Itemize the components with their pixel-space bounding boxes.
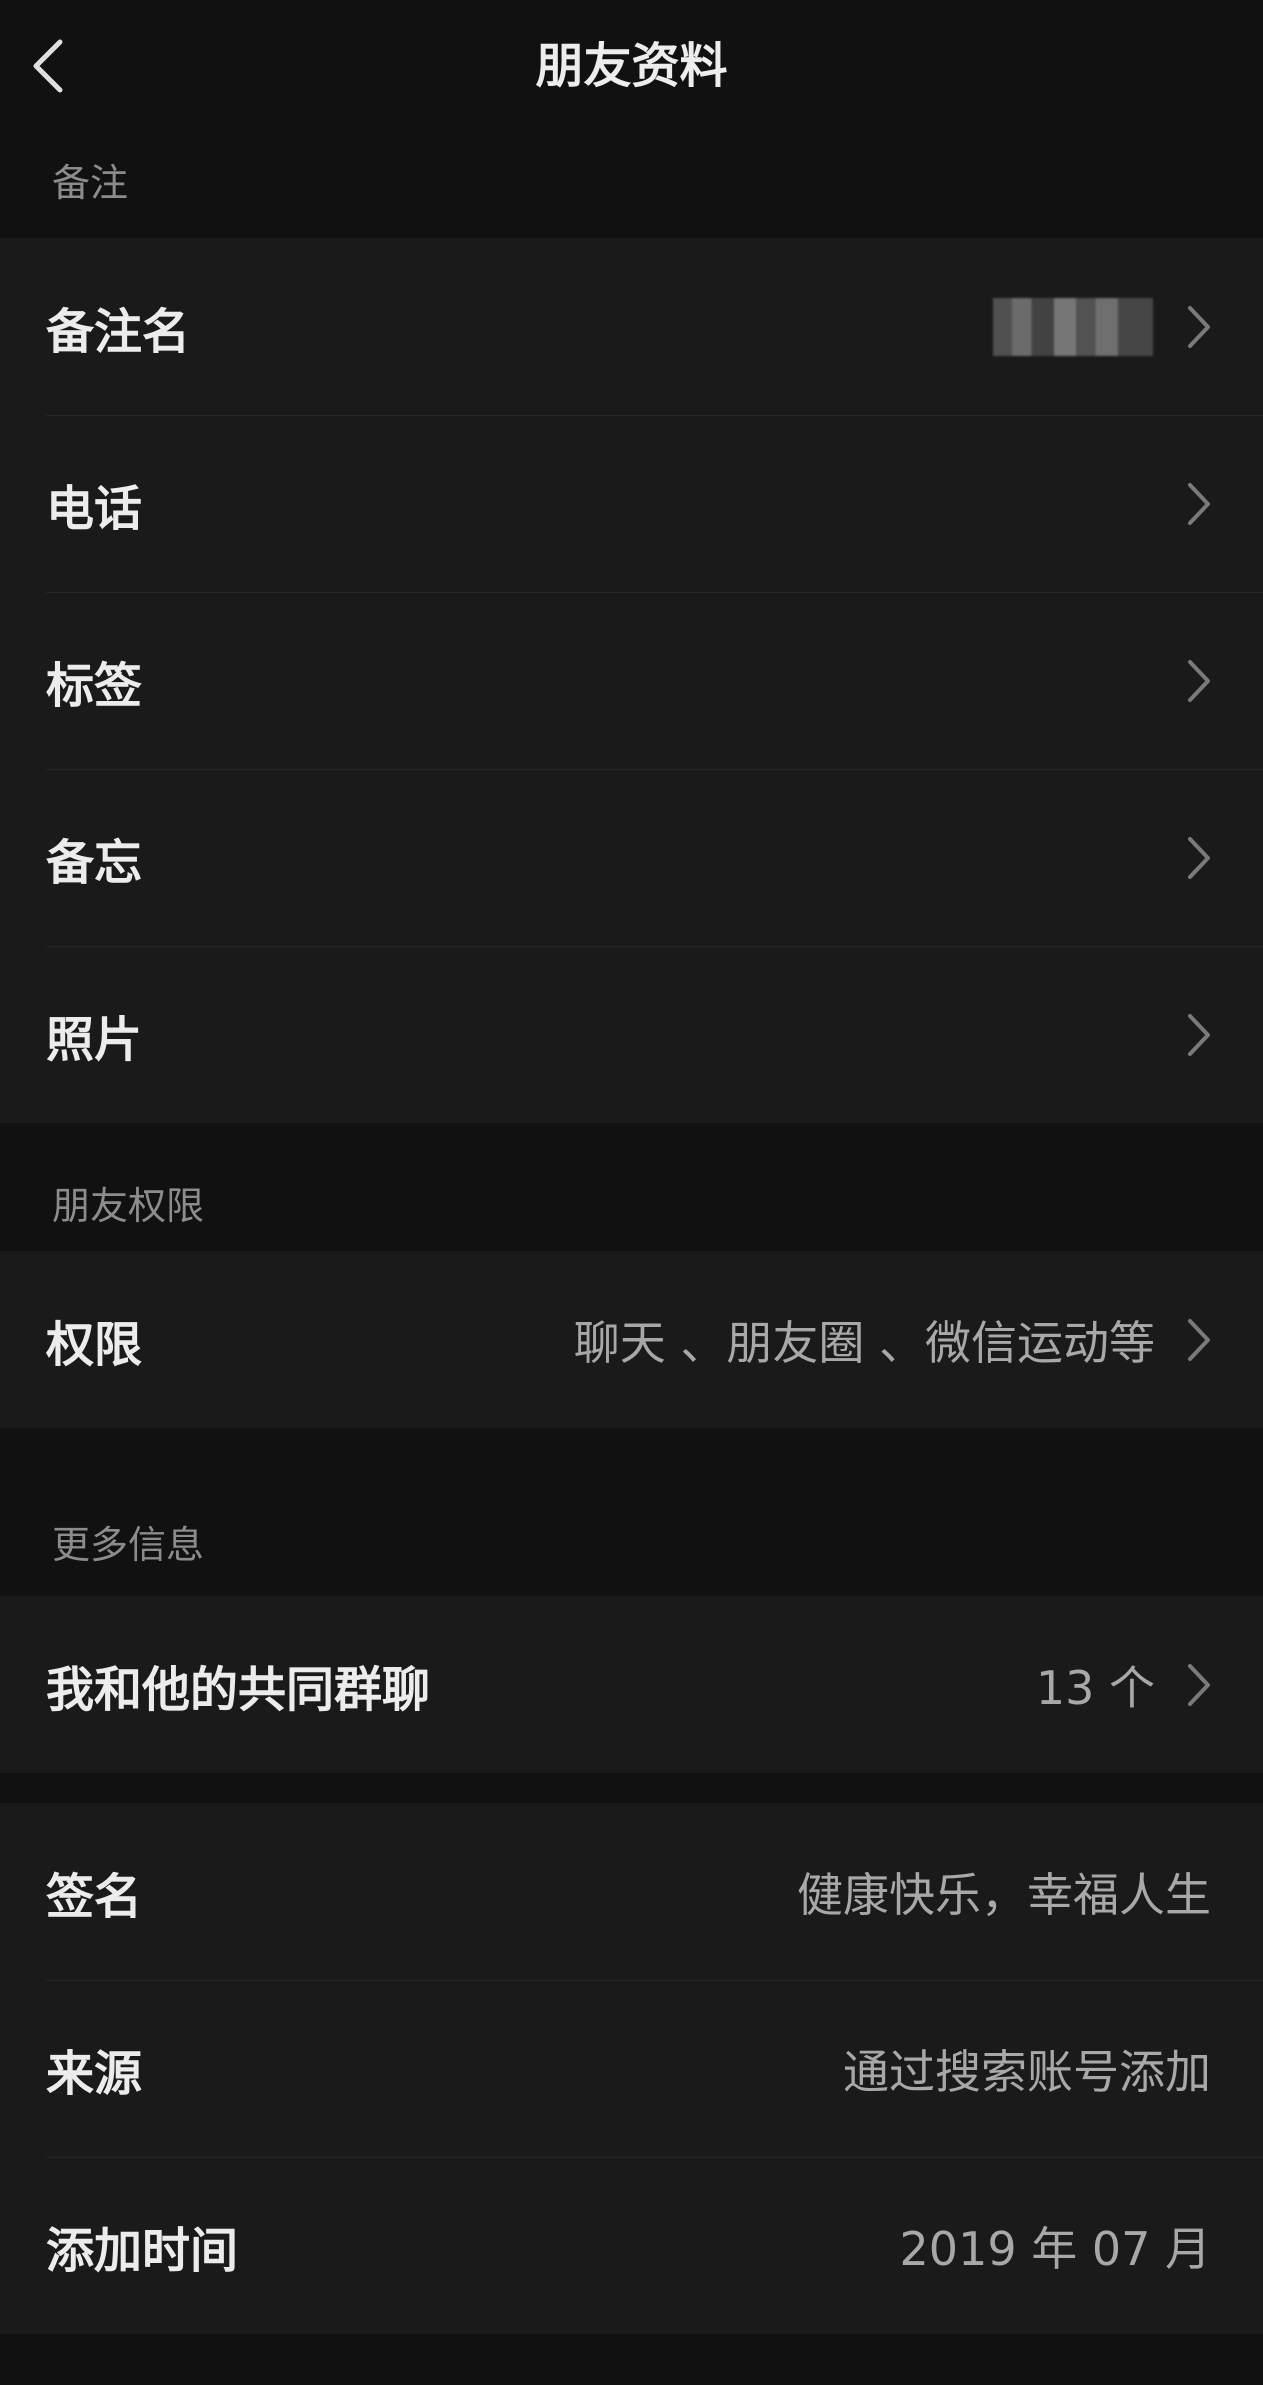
row-label: 添加时间 <box>46 2222 239 2279</box>
row-add-time: 添加时间 2019 年 07 月 <box>0 2157 1263 2334</box>
row-label: 签名 <box>46 1868 143 1925</box>
row-label: 照片 <box>46 1011 143 1068</box>
row-value: 13 个 <box>1035 1660 1155 1715</box>
row-source: 来源 通过搜索账号添加 <box>0 1980 1263 2157</box>
chevron-right-icon <box>1188 1013 1210 1056</box>
remark-group: 备注名 电话 标签 备忘 照片 <box>0 238 1263 1123</box>
info-group: 签名 健康快乐，幸福人生 来源 通过搜索账号添加 添加时间 2019 年 07 … <box>0 1803 1263 2334</box>
chevron-right-icon <box>1188 482 1210 525</box>
section-label-more-info: 更多信息 <box>52 1522 205 1567</box>
row-label: 标签 <box>46 657 143 714</box>
section-gap <box>0 1123 1263 1153</box>
section-label-permissions: 朋友权限 <box>52 1183 205 1228</box>
blurred-remark-name <box>993 297 1153 356</box>
chevron-right-icon <box>1188 1318 1210 1361</box>
row-photos[interactable]: 照片 <box>0 946 1263 1123</box>
row-tags[interactable]: 标签 <box>0 592 1263 769</box>
row-value: 通过搜索账号添加 <box>843 2044 1211 2099</box>
row-value: 健康快乐，幸福人生 <box>797 1867 1211 1922</box>
row-phone[interactable]: 电话 <box>0 415 1263 592</box>
section-gap <box>0 1773 1263 1803</box>
row-value: 聊天 、朋友圈 、微信运动等 <box>573 1315 1155 1370</box>
chevron-right-icon <box>1188 1663 1210 1706</box>
chevron-right-icon <box>1188 305 1210 348</box>
chevron-right-icon <box>1188 836 1210 879</box>
nav-bar: 朋友资料 <box>0 0 1263 132</box>
section-gap <box>0 1428 1263 1486</box>
row-value: 2019 年 07 月 <box>899 2221 1211 2276</box>
row-signature: 签名 健康快乐，幸福人生 <box>0 1803 1263 1980</box>
row-label: 备忘 <box>46 834 143 891</box>
row-label: 电话 <box>46 480 143 537</box>
row-label: 备注名 <box>46 303 191 360</box>
row-common-groups[interactable]: 我和他的共同群聊 13 个 <box>0 1596 1263 1773</box>
row-label: 来源 <box>46 2045 143 2102</box>
section-label-remark: 备注 <box>52 160 129 205</box>
permissions-group: 权限 聊天 、朋友圈 、微信运动等 <box>0 1251 1263 1428</box>
common-groups-group: 我和他的共同群聊 13 个 <box>0 1596 1263 1773</box>
row-memo[interactable]: 备忘 <box>0 769 1263 946</box>
page-title: 朋友资料 <box>535 38 728 94</box>
row-permissions[interactable]: 权限 聊天 、朋友圈 、微信运动等 <box>0 1251 1263 1428</box>
chevron-right-icon <box>1188 659 1210 702</box>
row-remark-name[interactable]: 备注名 <box>0 238 1263 415</box>
row-label: 我和他的共同群聊 <box>46 1661 431 1718</box>
row-label: 权限 <box>46 1316 143 1373</box>
